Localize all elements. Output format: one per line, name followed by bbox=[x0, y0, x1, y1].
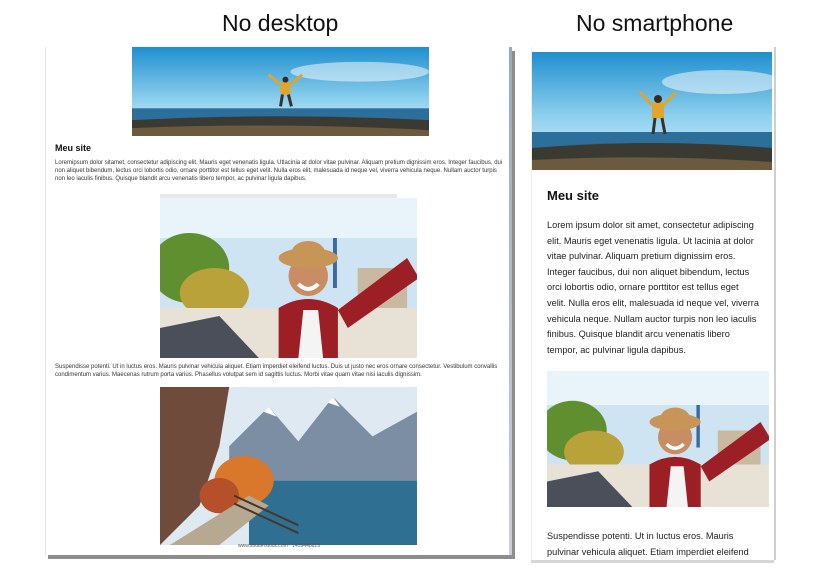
paragraph-1: Loremipsum dolor sitamet, consectetur ad… bbox=[55, 160, 503, 182]
desktop-mockup: Meu site Loremipsum dolor sitamet, conse… bbox=[45, 47, 512, 555]
watermark: www.shutterstock.com · 1459446629 bbox=[238, 543, 320, 549]
smartphone-mockup: Meu site Lorem ipsum dolor sit amet, con… bbox=[531, 47, 774, 560]
lake-image bbox=[160, 387, 417, 545]
paragraph-2: Suspendisse potenti. Ut in luctus eros. … bbox=[55, 364, 498, 378]
hero-image bbox=[132, 47, 429, 136]
selfie-image bbox=[160, 198, 417, 358]
selfie-image bbox=[547, 371, 769, 507]
site-title: Meu site bbox=[55, 143, 92, 153]
paragraph-2: Suspendisse potenti. Ut in luctus eros. … bbox=[547, 531, 749, 557]
desktop-heading: No desktop bbox=[222, 10, 339, 36]
site-title: Meu site bbox=[547, 188, 600, 203]
hero-image bbox=[532, 52, 772, 170]
smartphone-heading: No smartphone bbox=[576, 10, 734, 36]
paragraph-1: Lorem ipsum dolor sit amet, consectetur … bbox=[547, 220, 759, 355]
